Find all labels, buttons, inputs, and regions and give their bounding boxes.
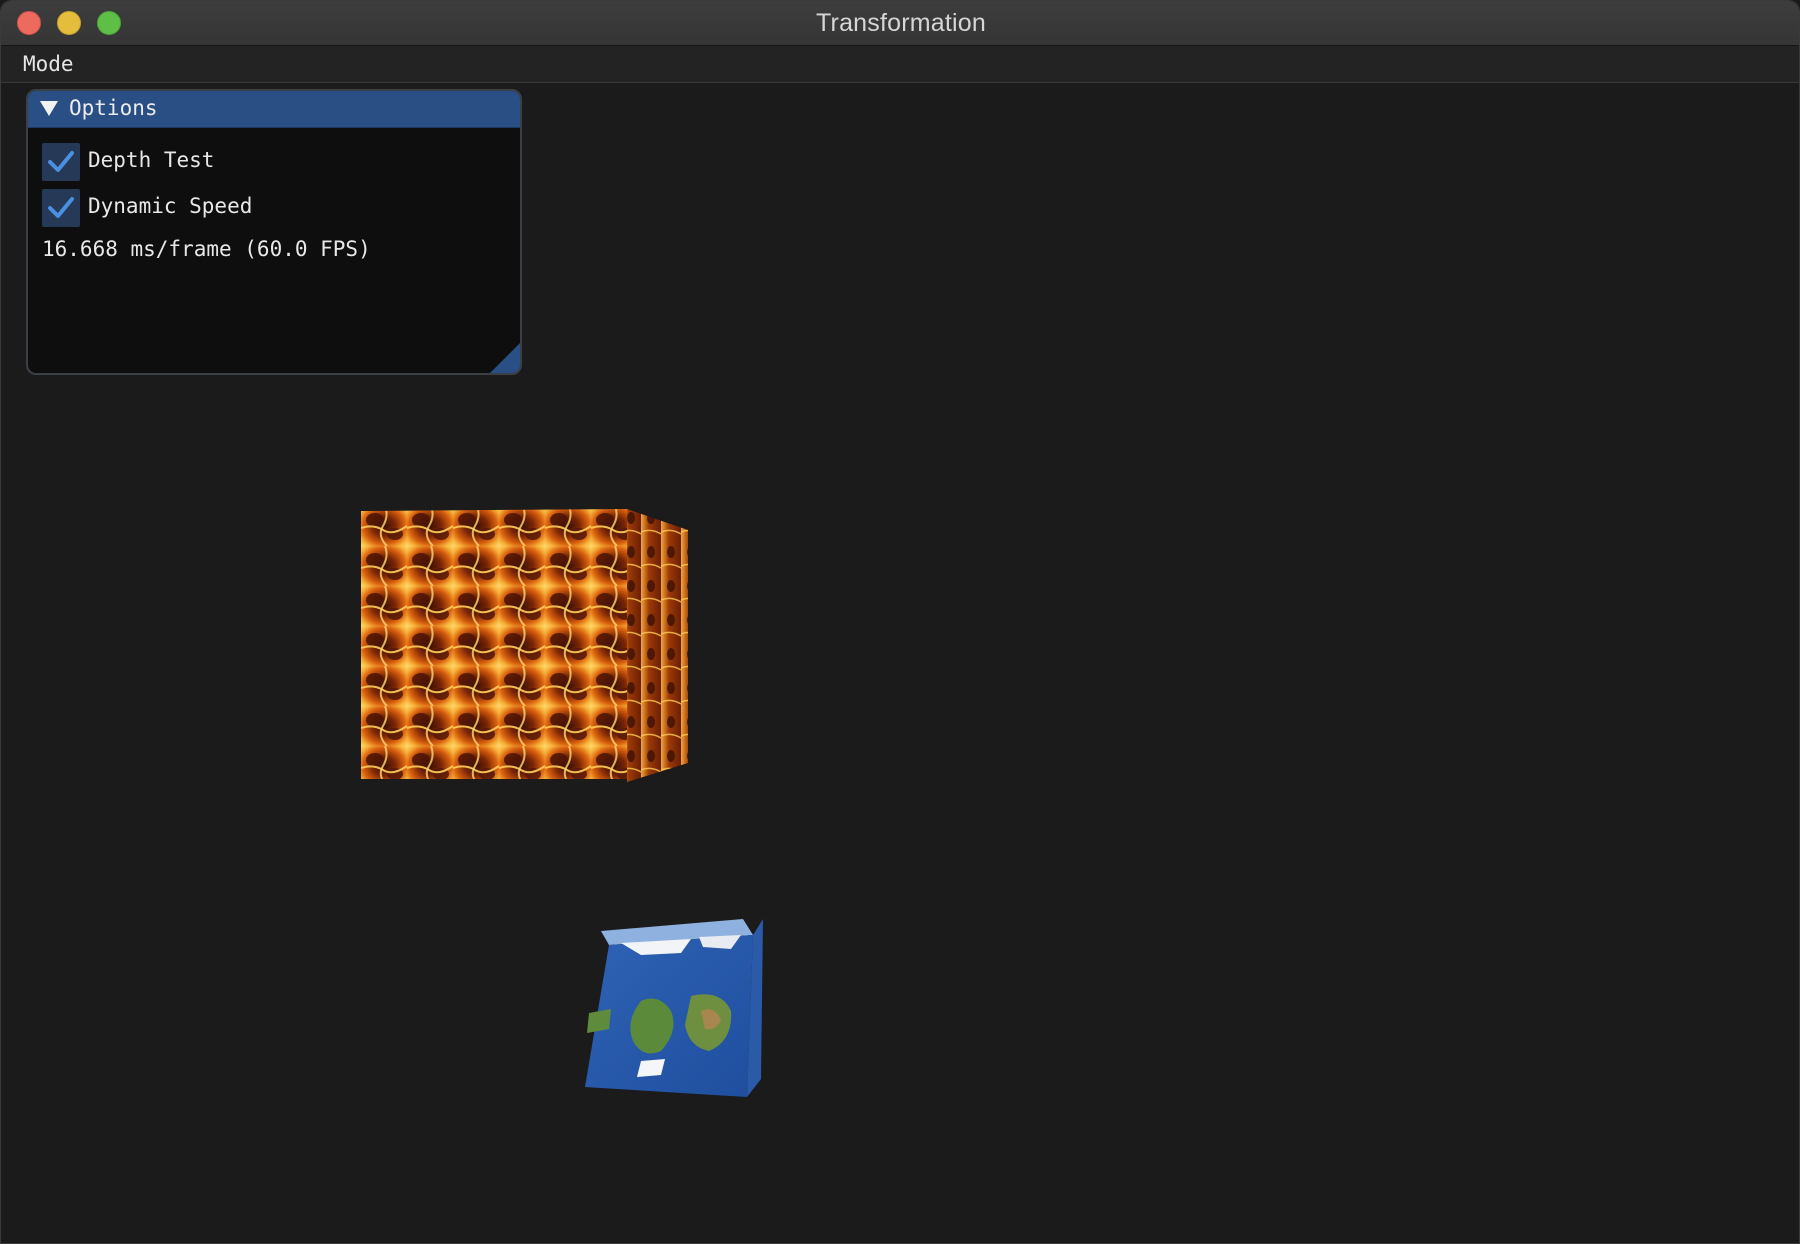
lava-cube (361, 509, 688, 782)
menu-mode[interactable]: Mode (23, 52, 74, 76)
depth-test-label: Depth Test (88, 148, 215, 172)
fps-readout: 16.668 ms/frame (60.0 FPS) (42, 237, 371, 261)
checkmark-icon (48, 151, 74, 172)
dynamic-speed-checkbox[interactable] (42, 189, 80, 227)
window-title: Transformation (816, 9, 986, 37)
checkmark-icon (48, 197, 74, 218)
options-panel-title: Options (69, 96, 158, 120)
depth-test-checkbox[interactable] (42, 143, 80, 181)
app-window: Transformation Mode Options Depth Test D… (0, 0, 1800, 1244)
earth-cube (585, 919, 763, 1097)
resize-grip[interactable] (490, 343, 520, 373)
title-bar[interactable]: Transformation (1, 1, 1799, 46)
options-panel[interactable]: Options Depth Test Dynamic Speed 16.668 … (26, 89, 522, 375)
dynamic-speed-label: Dynamic Speed (88, 194, 253, 218)
menu-bar: Mode (1, 46, 1799, 83)
options-panel-header[interactable]: Options (28, 91, 520, 128)
collapse-arrow-icon[interactable] (40, 101, 58, 116)
